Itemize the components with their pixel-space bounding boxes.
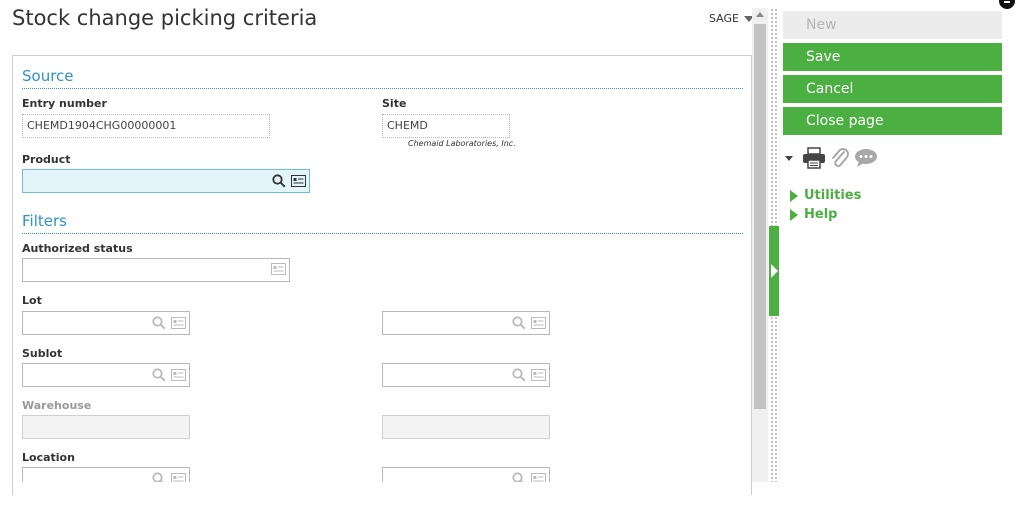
sublot-from-input[interactable] xyxy=(22,363,190,387)
site-field[interactable]: CHEMD xyxy=(382,114,510,138)
comment-icon[interactable] xyxy=(854,148,878,168)
location-from-input[interactable] xyxy=(22,467,190,482)
warehouse-label: Warehouse xyxy=(22,399,92,412)
chevron-right-icon xyxy=(771,264,778,278)
sublot-to-input[interactable] xyxy=(382,363,550,387)
authorized-status-label: Authorized status xyxy=(22,242,133,255)
list-icon[interactable] xyxy=(531,473,546,482)
paperclip-icon[interactable] xyxy=(830,147,850,169)
warehouse-to-input xyxy=(382,415,550,439)
search-icon[interactable] xyxy=(152,368,166,382)
utilities-link[interactable]: Utilities xyxy=(790,188,861,203)
print-icon[interactable] xyxy=(802,147,826,169)
site-description: Chemaid Laboratories, Inc. xyxy=(408,139,516,148)
section-filters-divider xyxy=(22,233,743,234)
site-value: CHEMD xyxy=(387,119,428,132)
list-icon[interactable] xyxy=(531,369,546,381)
toolbar xyxy=(785,147,878,169)
search-icon[interactable] xyxy=(152,316,166,330)
cancel-button[interactable]: Cancel xyxy=(783,75,1002,103)
scroll-up-icon[interactable] xyxy=(756,12,764,17)
lot-to-input[interactable] xyxy=(382,311,550,335)
authorized-status-input[interactable] xyxy=(22,258,290,282)
form-scrollbar[interactable] xyxy=(752,8,768,482)
close-window-icon[interactable] xyxy=(999,0,1015,9)
entry-number-field[interactable]: CHEMD1904CHG00000001 xyxy=(22,114,270,138)
list-icon[interactable] xyxy=(531,317,546,329)
user-menu-label: SAGE xyxy=(709,12,739,25)
lot-from-input[interactable] xyxy=(22,311,190,335)
list-icon[interactable] xyxy=(171,317,186,329)
new-button: New xyxy=(783,11,1002,39)
search-icon[interactable] xyxy=(152,472,166,482)
list-icon[interactable] xyxy=(271,263,286,275)
user-menu[interactable]: SAGE xyxy=(709,12,754,25)
sublot-label: Sublot xyxy=(22,347,63,360)
location-label: Location xyxy=(22,451,75,464)
expand-icon xyxy=(790,208,798,221)
product-input[interactable] xyxy=(22,169,310,193)
section-source-divider xyxy=(22,88,743,89)
entry-number-label: Entry number xyxy=(22,97,107,110)
help-link[interactable]: Help xyxy=(790,207,837,222)
search-icon[interactable] xyxy=(272,174,286,188)
save-button[interactable]: Save xyxy=(783,43,1002,71)
warehouse-from-input xyxy=(22,415,190,439)
product-label: Product xyxy=(22,153,71,166)
search-icon[interactable] xyxy=(512,368,526,382)
site-label: Site xyxy=(382,97,407,110)
search-icon[interactable] xyxy=(512,316,526,330)
scrollbar-thumb[interactable] xyxy=(754,24,766,409)
page-title: Stock change picking criteria xyxy=(12,6,318,30)
expand-icon xyxy=(790,189,798,202)
list-icon[interactable] xyxy=(171,473,186,482)
section-filters-heading: Filters xyxy=(22,212,67,230)
list-icon[interactable] xyxy=(171,369,186,381)
entry-number-value: CHEMD1904CHG00000001 xyxy=(27,119,177,132)
location-clip xyxy=(0,467,760,482)
location-to-input[interactable] xyxy=(382,467,550,482)
chevron-down-icon[interactable] xyxy=(785,155,793,161)
search-icon[interactable] xyxy=(512,472,526,482)
section-source-heading: Source xyxy=(22,67,74,85)
close-page-button[interactable]: Close page xyxy=(783,107,1002,135)
list-icon[interactable] xyxy=(291,175,306,187)
lot-label: Lot xyxy=(22,294,42,307)
panel-collapse-handle[interactable] xyxy=(769,226,779,316)
utilities-label: Utilities xyxy=(804,188,862,203)
help-label: Help xyxy=(804,207,838,222)
